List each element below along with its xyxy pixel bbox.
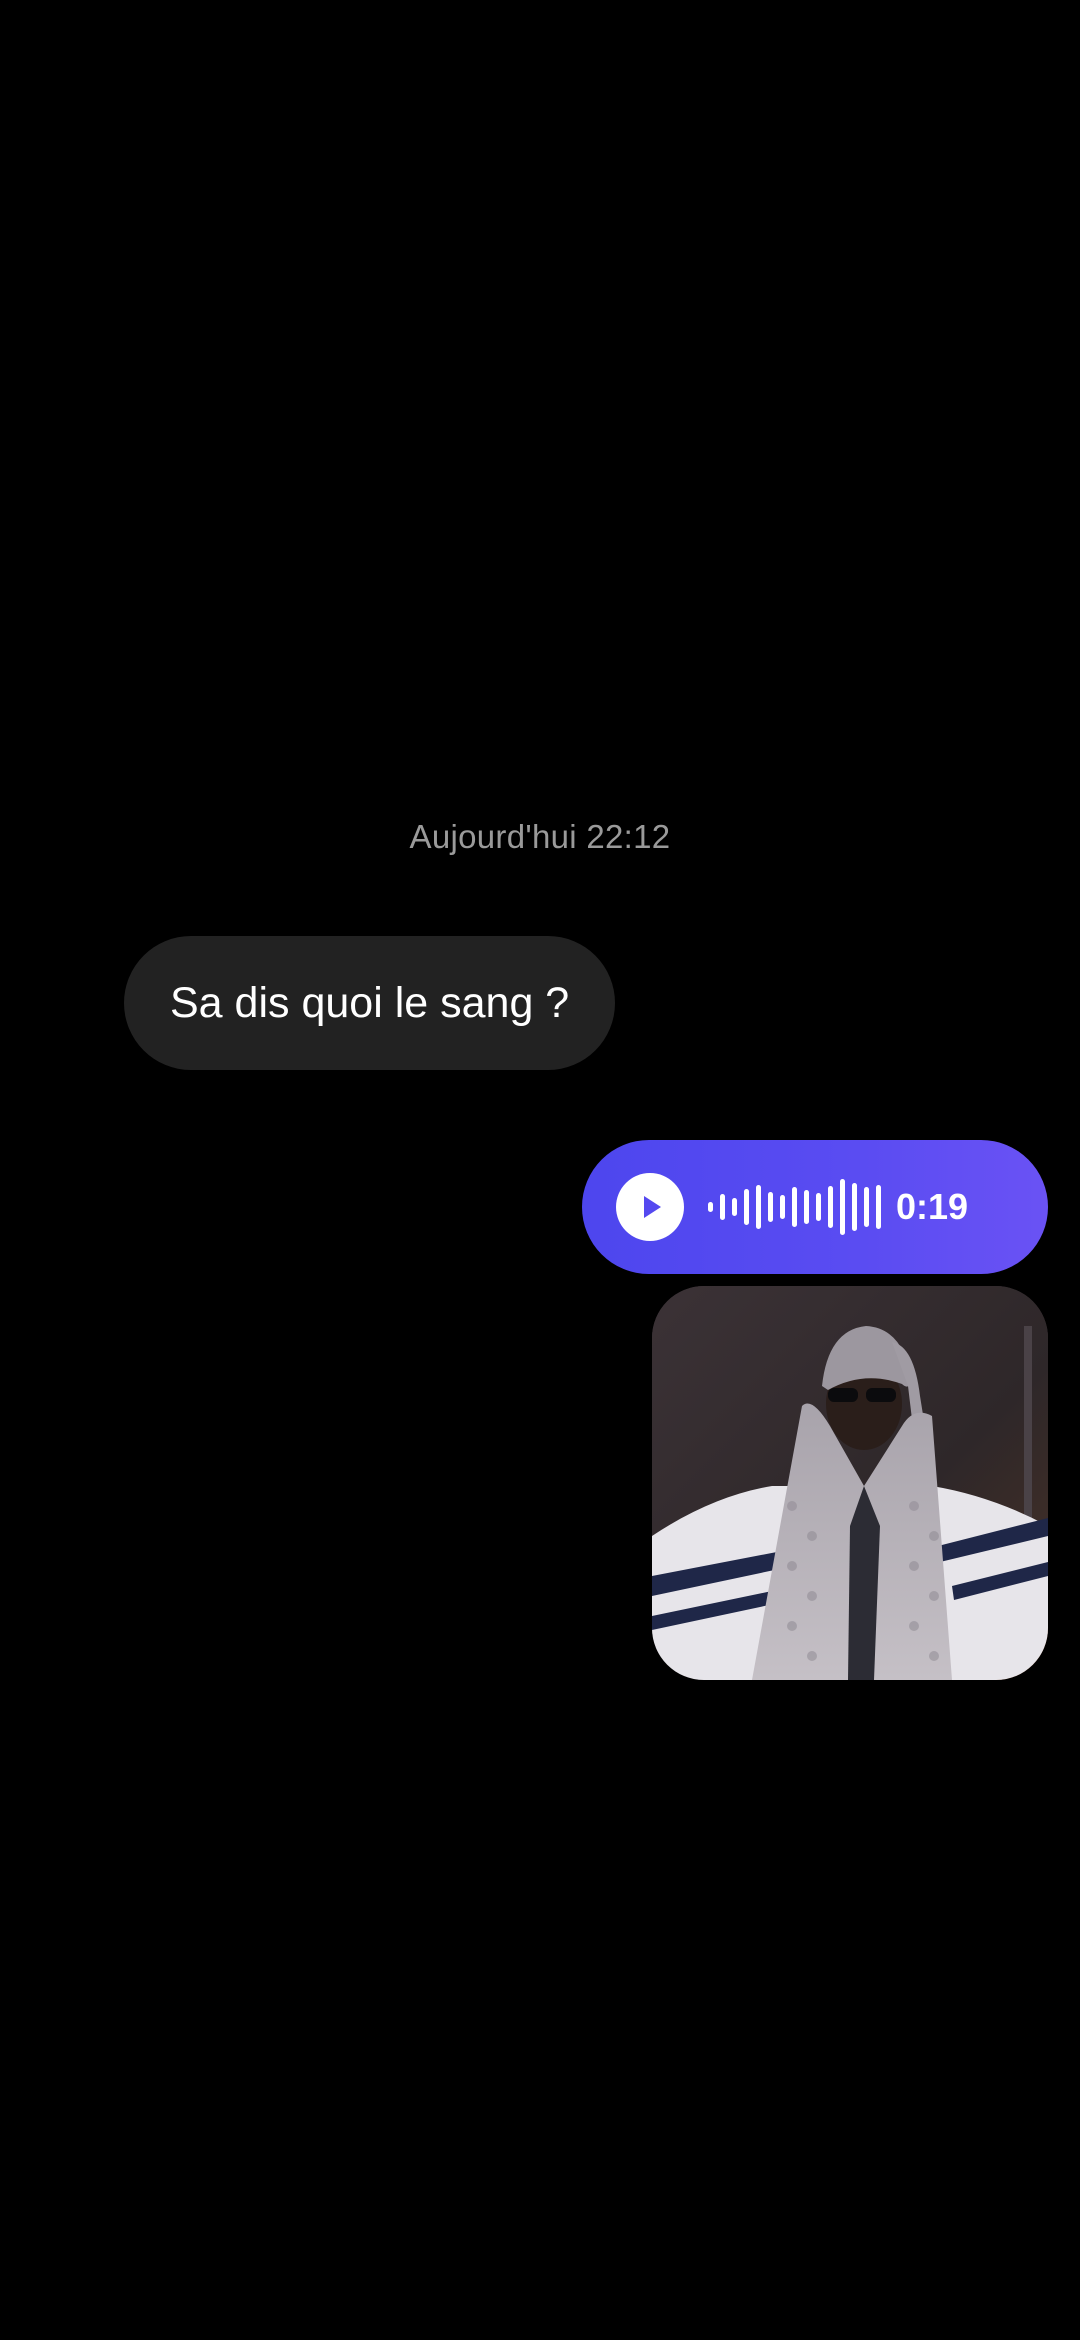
waveform-bar bbox=[864, 1187, 869, 1227]
waveform-bar bbox=[780, 1195, 785, 1219]
incoming-message-text: Sa dis quoi le sang ? bbox=[170, 978, 570, 1027]
voice-duration: 0:19 bbox=[896, 1186, 969, 1227]
photo-message[interactable] bbox=[652, 1286, 1048, 1680]
voice-play-button[interactable] bbox=[616, 1173, 684, 1241]
waveform-bar bbox=[732, 1198, 737, 1216]
waveform-bar bbox=[708, 1202, 713, 1212]
waveform-bar bbox=[852, 1183, 857, 1231]
waveform-bar bbox=[720, 1194, 725, 1220]
play-icon bbox=[644, 1196, 661, 1218]
photo-thumbnail bbox=[652, 1286, 1048, 1680]
waveform-bar bbox=[804, 1190, 809, 1224]
waveform-bar bbox=[840, 1179, 845, 1235]
voice-waveform[interactable] bbox=[708, 1172, 888, 1242]
waveform-bar bbox=[816, 1193, 821, 1221]
waveform-bar bbox=[876, 1185, 881, 1229]
waveform-bar bbox=[828, 1186, 833, 1228]
voice-message-bubble[interactable]: 0:19 bbox=[582, 1140, 1048, 1274]
waveform-bar bbox=[756, 1185, 761, 1229]
message-timestamp: Aujourd'hui 22:12 bbox=[409, 818, 671, 855]
waveform-bar bbox=[744, 1189, 749, 1225]
waveform-bar bbox=[792, 1187, 797, 1227]
incoming-message-bubble[interactable]: Sa dis quoi le sang ? bbox=[124, 936, 616, 1070]
waveform-bar bbox=[768, 1192, 773, 1222]
